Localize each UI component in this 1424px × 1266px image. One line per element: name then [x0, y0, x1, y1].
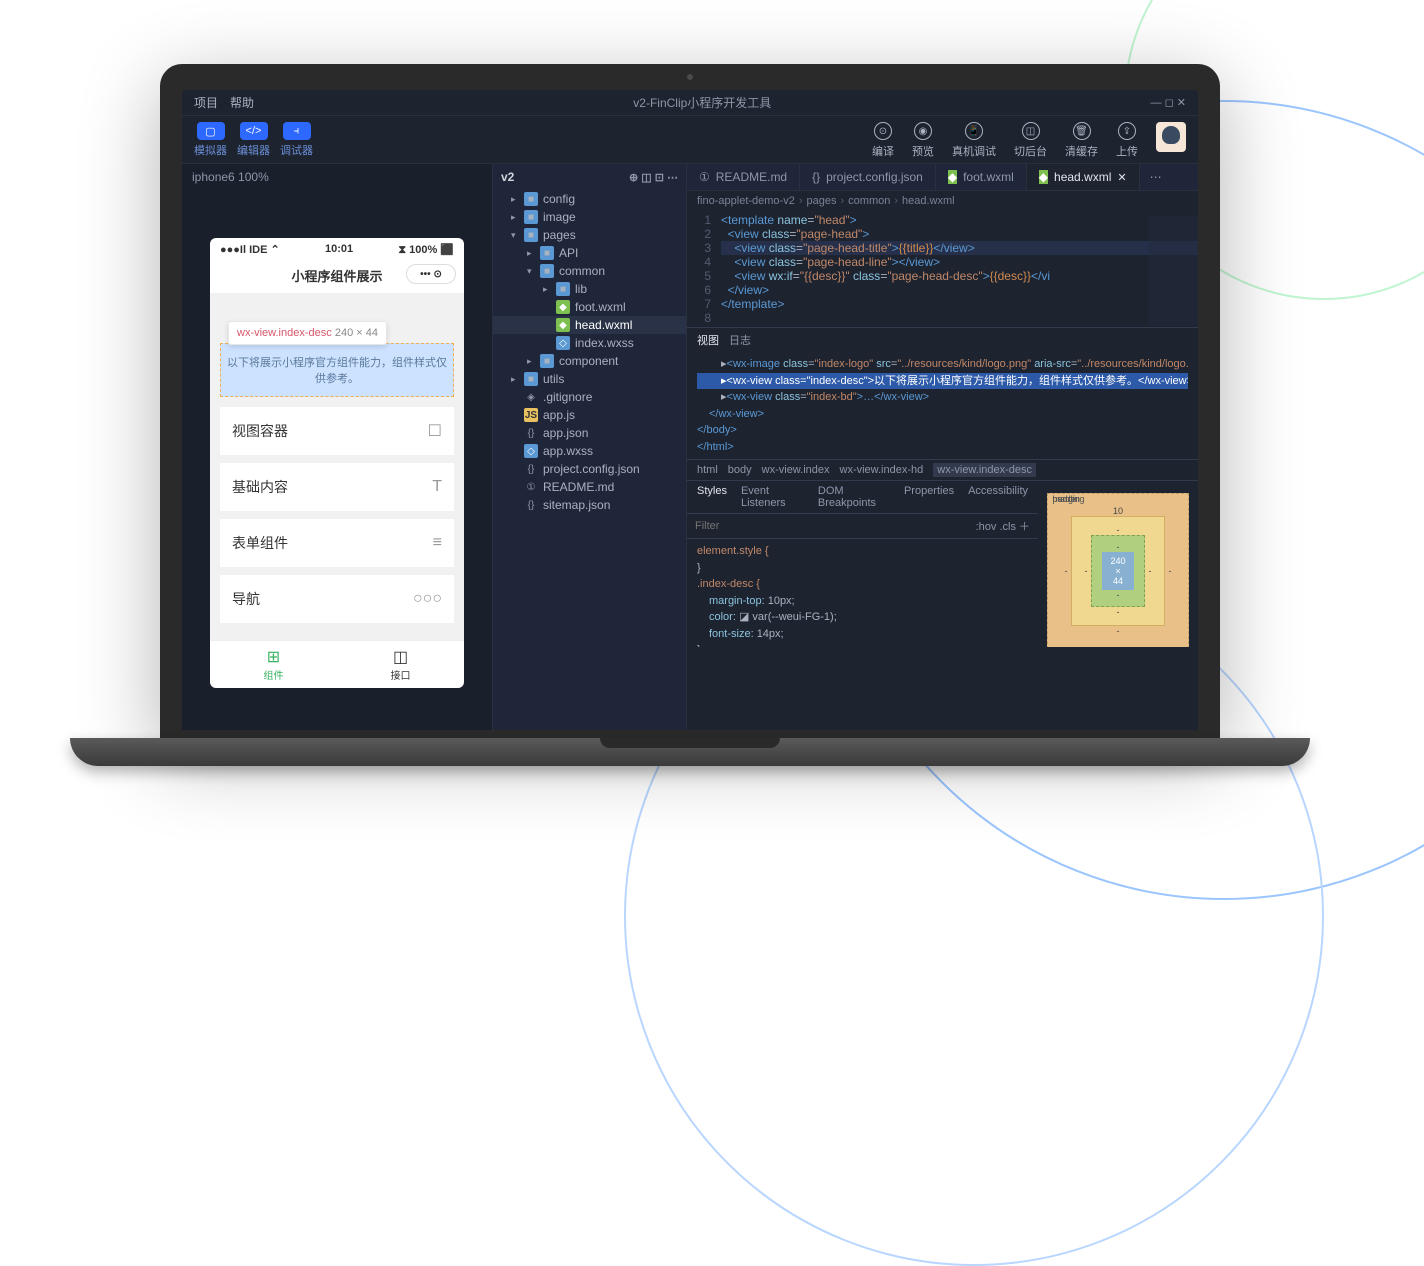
- window-title: v2-FinClip小程序开发工具: [633, 94, 771, 111]
- top-action-3[interactable]: ◫切后台: [1014, 122, 1047, 159]
- phone-tab[interactable]: ⊞组件: [210, 641, 337, 688]
- editor-tab[interactable]: ◆foot.wxml: [936, 164, 1027, 190]
- list-item[interactable]: 表单组件≡: [220, 519, 454, 567]
- toolbar-btn-2[interactable]: ⫞调试器: [280, 122, 313, 158]
- tree-node[interactable]: ◇app.wxss: [493, 442, 686, 460]
- tree-node[interactable]: ▾■common: [493, 262, 686, 280]
- laptop-frame: 项目 帮助 v2-FinClip小程序开发工具 — ◻ ✕ ▢模拟器 </>编辑器…: [160, 64, 1220, 766]
- top-action-4[interactable]: 🗑清缓存: [1065, 122, 1098, 159]
- breadcrumb[interactable]: fino-applet-demo-v2›pages›common›head.wx…: [687, 191, 1198, 211]
- tree-node[interactable]: ①README.md: [493, 478, 686, 496]
- menu-help[interactable]: 帮助: [230, 94, 254, 111]
- top-action-5[interactable]: ⇪上传: [1116, 122, 1138, 159]
- styles-tabs[interactable]: StylesEvent ListenersDOM BreakpointsProp…: [687, 481, 1038, 513]
- toolbar-btn-0[interactable]: ▢模拟器: [194, 122, 227, 158]
- tree-node[interactable]: ▸■image: [493, 208, 686, 226]
- tree-root[interactable]: v2: [501, 170, 514, 184]
- editor-tab[interactable]: {}project.config.json: [800, 164, 936, 190]
- camera-dot: [687, 74, 693, 80]
- tree-node[interactable]: {}app.json: [493, 424, 686, 442]
- tree-actions[interactable]: ⊕ ◫ ⊡ ⋯: [629, 171, 678, 184]
- tree-node[interactable]: ◆head.wxml: [493, 316, 686, 334]
- tree-node[interactable]: ▸■lib: [493, 280, 686, 298]
- tree-node[interactable]: {}sitemap.json: [493, 496, 686, 514]
- tree-node[interactable]: ▸■component: [493, 352, 686, 370]
- top-action-2[interactable]: 📱真机调试: [952, 122, 996, 159]
- menu-project[interactable]: 项目: [194, 94, 218, 111]
- code-editor[interactable]: 1<template name="head">2 <view class="pa…: [687, 211, 1198, 327]
- top-action-1[interactable]: ◉预览: [912, 122, 934, 159]
- tree-node[interactable]: ▾■pages: [493, 226, 686, 244]
- menubar: 项目 帮助 v2-FinClip小程序开发工具 — ◻ ✕: [182, 90, 1198, 116]
- tree-node[interactable]: ◆foot.wxml: [493, 298, 686, 316]
- devtools-top-tabs[interactable]: 视图日志: [687, 328, 1198, 352]
- simulator-panel: iphone6 100% ●●●Il IDE ⌃ 10:01 ⧗ 100% ⬛ …: [182, 164, 492, 730]
- inspect-tooltip: wx-view.index-desc 240 × 44: [228, 321, 387, 345]
- list-item[interactable]: 导航○○○: [220, 575, 454, 623]
- tree-node[interactable]: ▸■config: [493, 190, 686, 208]
- phone-statusbar: ●●●Il IDE ⌃ 10:01 ⧗ 100% ⬛: [210, 238, 464, 262]
- device-info: iphone6 100%: [182, 164, 492, 190]
- toolbar: ▢模拟器 </>编辑器 ⫞调试器 ⊙编译 ◉预览 📱真机调试 ◫切后台 🗑清缓存 ⇪上传: [182, 116, 1198, 164]
- tree-node[interactable]: ◇index.wxss: [493, 334, 686, 352]
- devtools: 视图日志 ▸<wx-image class="index-logo" src="…: [687, 327, 1198, 647]
- list-item[interactable]: 基础内容T: [220, 463, 454, 511]
- list-item[interactable]: 视图容器☐: [220, 407, 454, 455]
- file-explorer: v2 ⊕ ◫ ⊡ ⋯ ▸■config▸■image▾■pages▸■API▾■…: [492, 164, 687, 730]
- ide-window: 项目 帮助 v2-FinClip小程序开发工具 — ◻ ✕ ▢模拟器 </>编辑器…: [182, 90, 1198, 730]
- phone-tab[interactable]: ◫接口: [337, 641, 464, 688]
- capsule-button[interactable]: ••• ⊙: [406, 264, 456, 284]
- phone-navbar: 小程序组件展示 ••• ⊙: [210, 262, 464, 293]
- dom-tree[interactable]: ▸<wx-image class="index-logo" src="../re…: [687, 352, 1198, 459]
- styles-filter-actions[interactable]: :hov .cls ＋: [968, 514, 1038, 538]
- tree-node[interactable]: ▸■API: [493, 244, 686, 262]
- highlighted-element[interactable]: 以下将展示小程序官方组件能力，组件样式仅供参考。: [220, 343, 454, 397]
- tree-node[interactable]: ▸■utils: [493, 370, 686, 388]
- phone-tabbar: ⊞组件◫接口: [210, 640, 464, 688]
- top-action-0[interactable]: ⊙编译: [872, 122, 894, 159]
- phone-preview: ●●●Il IDE ⌃ 10:01 ⧗ 100% ⬛ 小程序组件展示 ••• ⊙…: [210, 238, 464, 688]
- toolbar-btn-1[interactable]: </>编辑器: [237, 122, 270, 158]
- editor-tab[interactable]: ①README.md: [687, 164, 800, 190]
- tree-node[interactable]: JSapp.js: [493, 406, 686, 424]
- styles-filter-input[interactable]: [687, 514, 968, 538]
- avatar[interactable]: [1156, 122, 1186, 152]
- editor-tabs: ①README.md{}project.config.json◆foot.wxm…: [687, 164, 1198, 191]
- tree-node[interactable]: {}project.config.json: [493, 460, 686, 478]
- box-model: margin 10 - border -: [1038, 481, 1198, 647]
- dom-breadcrumb[interactable]: htmlbodywx-view.indexwx-view.index-hdwx-…: [687, 459, 1198, 480]
- tree-node[interactable]: ◈.gitignore: [493, 388, 686, 406]
- editor-tab[interactable]: ◆head.wxml✕: [1027, 164, 1140, 190]
- tabs-more-icon[interactable]: ⋯: [1140, 164, 1172, 190]
- minimap[interactable]: [1148, 216, 1198, 326]
- window-controls[interactable]: — ◻ ✕: [1151, 96, 1186, 109]
- css-rules[interactable]: element.style {}.index-desc {</span></di…: [687, 539, 1038, 647]
